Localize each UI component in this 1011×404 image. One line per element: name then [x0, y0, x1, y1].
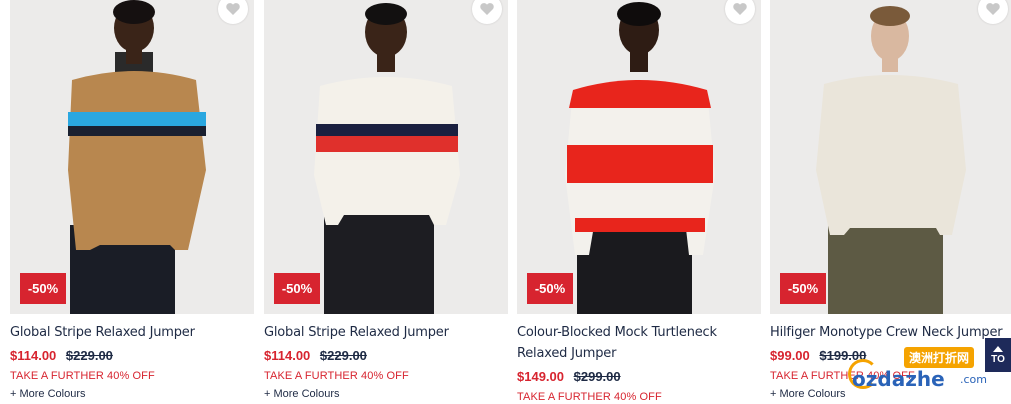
product-grid: -50% Global Stripe Relaxed Jumper $114.0… — [0, 0, 1011, 404]
back-to-top-label: TO — [991, 353, 1005, 365]
price-row: $114.00 $229.00 — [264, 347, 508, 365]
product-image[interactable]: -50% — [264, 0, 508, 314]
discount-badge: -50% — [780, 273, 826, 304]
original-price: $229.00 — [65, 348, 113, 363]
product-photo — [770, 0, 1011, 314]
product-name[interactable]: Global Stripe Relaxed Jumper — [10, 322, 254, 343]
product-name[interactable]: Hilfiger Monotype Crew Neck Jumper — [770, 322, 1011, 343]
product-name[interactable]: Global Stripe Relaxed Jumper — [264, 322, 508, 343]
original-price: $299.00 — [573, 369, 621, 384]
sale-price: $149.00 — [517, 369, 564, 384]
product-card[interactable]: -50% Hilfiger Monotype Crew Neck Jumper … — [770, 0, 1011, 404]
arrow-up-icon — [993, 345, 1003, 352]
sale-price: $99.00 — [770, 348, 810, 363]
product-name[interactable]: Colour-Blocked Mock Turtleneck Relaxed J… — [517, 322, 761, 364]
discount-badge: -50% — [20, 273, 66, 304]
original-price: $229.00 — [319, 348, 367, 363]
heart-icon — [986, 3, 1000, 15]
watermark: 澳洲打折网 ozdazhe .com — [808, 347, 988, 397]
heart-icon — [480, 3, 494, 15]
discount-badge: -50% — [527, 273, 573, 304]
promo-text: TAKE A FURTHER 40% OFF — [264, 370, 409, 382]
product-image[interactable]: -50% — [517, 0, 761, 314]
discount-badge: -50% — [274, 273, 320, 304]
more-colours-link[interactable]: + More Colours — [264, 387, 508, 401]
product-image[interactable]: -50% — [770, 0, 1011, 314]
back-to-top-button[interactable]: TO — [985, 338, 1011, 372]
product-photo — [517, 0, 761, 314]
heart-icon — [733, 3, 747, 15]
sale-price: $114.00 — [10, 348, 57, 363]
promo-text: TAKE A FURTHER 40% OFF — [10, 370, 155, 382]
watermark-logo: ozdazhe — [852, 367, 945, 391]
product-photo — [10, 0, 254, 314]
product-photo — [264, 0, 508, 314]
watermark-suffix: .com — [960, 373, 987, 386]
heart-icon — [226, 3, 240, 15]
product-card[interactable]: -50% Global Stripe Relaxed Jumper $114.0… — [264, 0, 508, 404]
more-colours-link[interactable]: + More Colours — [10, 387, 254, 401]
product-card[interactable]: -50% Colour-Blocked Mock Turtleneck Rela… — [517, 0, 761, 404]
product-image[interactable]: -50% — [10, 0, 254, 314]
sale-price: $114.00 — [264, 348, 311, 363]
product-card[interactable]: -50% Global Stripe Relaxed Jumper $114.0… — [10, 0, 254, 404]
watermark-cn-text: 澳洲打折网 — [904, 347, 975, 368]
price-row: $114.00 $229.00 — [10, 347, 254, 365]
promo-text: TAKE A FURTHER 40% OFF — [517, 391, 662, 403]
price-row: $149.00 $299.00 — [517, 368, 761, 386]
